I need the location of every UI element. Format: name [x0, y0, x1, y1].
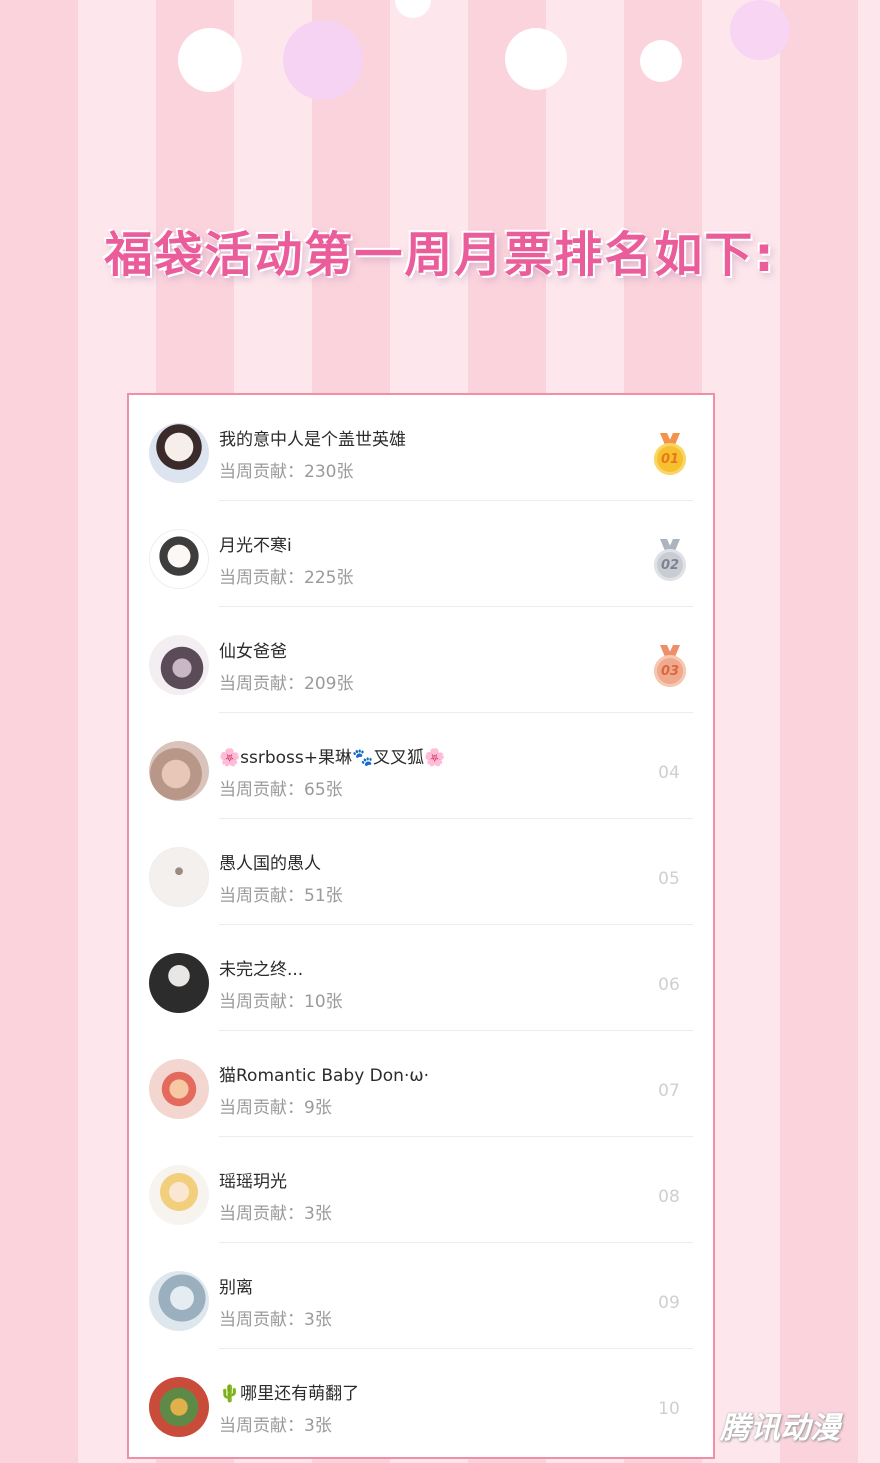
avatar	[149, 635, 209, 695]
bronze-medal-icon: 03	[651, 645, 689, 691]
avatar	[149, 1377, 209, 1437]
contribution-count: 当周贡献：65张	[219, 780, 343, 800]
list-item[interactable]: 别离 当周贡献：3张 09	[129, 1243, 713, 1349]
decor-bubble	[283, 20, 363, 100]
avatar	[149, 847, 209, 907]
user-name: 未完之终...	[219, 960, 304, 980]
gold-medal-icon: 01	[651, 433, 689, 479]
contribution-count: 当周贡献：230张	[219, 462, 354, 482]
decor-bubble	[505, 28, 567, 90]
page-title: 福袋活动第一周月票排名如下:	[104, 227, 776, 283]
decor-bubble	[730, 0, 790, 60]
user-name: 别离	[219, 1278, 253, 1298]
contribution-count: 当周贡献：51张	[219, 886, 343, 906]
list-item[interactable]: 🌸ssrboss+果琳🐾叉叉狐🌸 当周贡献：65张 04	[129, 713, 713, 819]
avatar	[149, 1271, 209, 1331]
contribution-count: 当周贡献：3张	[219, 1416, 332, 1436]
decor-bubble	[395, 0, 431, 18]
list-item[interactable]: 未完之终... 当周贡献：10张 06	[129, 925, 713, 1031]
list-item[interactable]: 月光不寒i 当周贡献：225张 02	[129, 501, 713, 607]
decor-bubble	[178, 28, 242, 92]
rank-number: 07	[658, 1081, 680, 1101]
contribution-count: 当周贡献：9张	[219, 1098, 332, 1118]
decor-bubble	[640, 40, 682, 82]
user-name: 我的意中人是个盖世英雄	[219, 430, 406, 450]
user-name: 愚人国的愚人	[219, 854, 321, 874]
list-item[interactable]: 愚人国的愚人 当周贡献：51张 05	[129, 819, 713, 925]
rank-number: 08	[658, 1187, 680, 1207]
list-item[interactable]: 我的意中人是个盖世英雄 当周贡献：230张 01	[129, 395, 713, 501]
watermark-logo: 腾讯动漫	[720, 1411, 840, 1446]
user-name: 猫Romantic Baby Don·ω·	[219, 1066, 429, 1086]
contribution-count: 当周贡献：10张	[219, 992, 343, 1012]
silver-medal-icon: 02	[651, 539, 689, 585]
contribution-count: 当周贡献：209张	[219, 674, 354, 694]
user-name: 瑶瑶玥光	[219, 1172, 287, 1192]
contribution-count: 当周贡献：3张	[219, 1204, 332, 1224]
avatar	[149, 1059, 209, 1119]
avatar	[149, 423, 209, 483]
contribution-count: 当周贡献：225张	[219, 568, 354, 588]
list-item[interactable]: 🌵哪里还有萌翻了 当周贡献：3张 10	[129, 1349, 713, 1455]
user-name: 🌸ssrboss+果琳🐾叉叉狐🌸	[219, 748, 446, 768]
avatar	[149, 741, 209, 801]
avatar	[149, 529, 209, 589]
avatar	[149, 1165, 209, 1225]
list-item[interactable]: 仙女爸爸 当周贡献：209张 03	[129, 607, 713, 713]
user-name: 🌵哪里还有萌翻了	[219, 1384, 360, 1404]
rank-number: 09	[658, 1293, 680, 1313]
rank-number: 04	[658, 763, 680, 783]
ranking-list: 我的意中人是个盖世英雄 当周贡献：230张 01 月光不寒i 当周贡献：225张…	[127, 393, 715, 1459]
user-name: 仙女爸爸	[219, 642, 287, 662]
list-item[interactable]: 猫Romantic Baby Don·ω· 当周贡献：9张 07	[129, 1031, 713, 1137]
list-item[interactable]: 瑶瑶玥光 当周贡献：3张 08	[129, 1137, 713, 1243]
rank-number: 10	[658, 1399, 680, 1419]
contribution-count: 当周贡献：3张	[219, 1310, 332, 1330]
rank-number: 05	[658, 869, 680, 889]
rank-number: 06	[658, 975, 680, 995]
user-name: 月光不寒i	[219, 536, 292, 556]
avatar	[149, 953, 209, 1013]
